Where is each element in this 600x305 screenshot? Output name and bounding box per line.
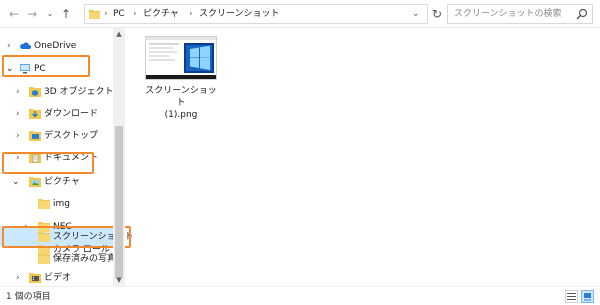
folder-icon (38, 199, 50, 209)
file-name: スクリーンショット (1).png (141, 85, 221, 121)
tree-item-downloads[interactable]: › ダウンロード (0, 105, 113, 123)
tree-item-img[interactable]: img (0, 195, 113, 213)
address-dropdown-icon[interactable]: ⌄ (412, 7, 420, 21)
address-bar[interactable]: › PC › ピクチャ › スクリーンショット ⌄ (84, 4, 428, 24)
tree-item-desktop[interactable]: › デスクトップ (0, 127, 113, 145)
tree-item-label: 3D オブジェクト (44, 87, 114, 97)
navigation-scrollbar[interactable]: ▲ ▼ (113, 28, 125, 286)
file-thumbnail (145, 36, 217, 80)
highlight-box-screenshots (2, 226, 131, 248)
highlight-box-pictures (2, 152, 94, 174)
3d-objects-icon (29, 87, 41, 97)
search-placeholder: スクリーンショットの検索 (454, 9, 562, 19)
chevron-right-icon[interactable]: › (16, 86, 20, 98)
desktop-folder-icon (29, 131, 41, 141)
large-icons-view-icon[interactable] (581, 290, 594, 303)
chevron-right-icon[interactable]: › (16, 130, 20, 142)
scroll-down-icon[interactable]: ▼ (113, 274, 125, 286)
tree-item-label: 保存済みの写真 (53, 254, 117, 264)
breadcrumb-separator: › (104, 9, 108, 19)
back-arrow-icon[interactable]: ← (6, 6, 22, 22)
chevron-right-icon[interactable]: › (16, 108, 20, 120)
refresh-icon[interactable]: ↻ (432, 6, 442, 22)
chevron-right-icon[interactable]: › (16, 272, 20, 284)
tree-item-3d-objects[interactable]: › 3D オブジェクト (0, 83, 114, 101)
screenshot-preview-image (146, 37, 216, 79)
highlight-box-pc (2, 55, 90, 77)
chevron-down-icon[interactable]: ⌄ (42, 6, 58, 22)
download-folder-icon (29, 109, 41, 119)
forward-arrow-icon[interactable]: → (24, 6, 40, 22)
tree-item-videos[interactable]: › ビデオ (0, 269, 113, 287)
breadcrumb-screenshots[interactable]: スクリーンショット (199, 8, 280, 20)
breadcrumb-pc[interactable]: PC (113, 8, 125, 20)
status-bar: 1 個の項目 (0, 286, 600, 305)
address-toolbar: ← → ⌄ ↑ › PC › ピクチャ › スクリーンショット ⌄ ↻ スクリー… (0, 0, 600, 28)
breadcrumb-separator: › (133, 9, 137, 19)
tree-item-saved-pictures[interactable]: 保存済みの写真 (0, 250, 117, 268)
file-name-line1: スクリーンショット (145, 86, 217, 108)
details-view-icon[interactable] (565, 290, 578, 303)
scroll-up-icon[interactable]: ▲ (113, 28, 125, 40)
chevron-right-icon[interactable]: › (7, 40, 11, 52)
folder-icon (38, 254, 50, 264)
tree-item-label: ビデオ (44, 273, 72, 283)
tree-item-pictures[interactable]: ⌄ ピクチャ (0, 173, 113, 191)
search-icon (576, 8, 588, 20)
tree-item-label: ピクチャ (44, 177, 80, 187)
search-input[interactable]: スクリーンショットの検索 (447, 4, 593, 24)
tree-item-label: OneDrive (34, 41, 77, 51)
file-name-line2: (1).png (164, 110, 198, 120)
videos-folder-icon (29, 273, 41, 283)
scrollbar-thumb[interactable] (115, 126, 123, 278)
tree-item-label: img (53, 199, 70, 209)
chevron-down-icon[interactable]: ⌄ (12, 176, 20, 188)
file-item[interactable]: スクリーンショット (1).png (141, 36, 221, 120)
cloud-icon (20, 42, 31, 49)
item-count: 1 個の項目 (6, 292, 51, 302)
navigation-pane: › OneDrive ⌄ PC › 3D オブジェクト › ダウンロード › デ… (0, 28, 134, 287)
tree-item-label: ダウンロード (44, 109, 99, 119)
up-arrow-icon[interactable]: ↑ (58, 6, 74, 22)
breadcrumb-separator: › (189, 9, 193, 19)
tree-item-label: デスクトップ (44, 131, 99, 141)
pictures-folder-icon (29, 177, 41, 187)
breadcrumb-pictures[interactable]: ピクチャ (143, 8, 179, 20)
folder-icon (89, 10, 100, 19)
tree-item-onedrive[interactable]: › OneDrive (0, 37, 113, 55)
